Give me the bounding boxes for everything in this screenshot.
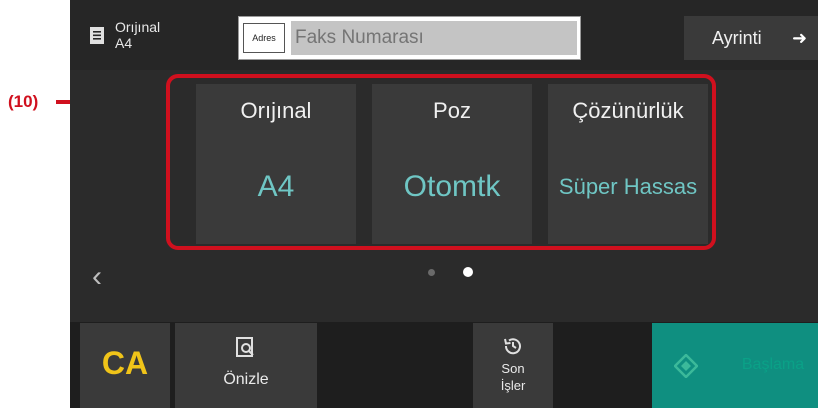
card-title: Poz: [433, 98, 471, 123]
preview-button[interactable]: Önizle: [175, 323, 317, 408]
ca-label: CA: [101, 345, 149, 381]
card-value: A4: [257, 170, 295, 203]
callout-label: (10): [8, 92, 39, 111]
card-title: Orıjınal: [240, 98, 312, 123]
original-label: Orıjınal: [115, 19, 161, 35]
preview-icon: [236, 337, 254, 357]
card-resolution[interactable]: Çözünürlük Süper Hassas: [548, 84, 708, 244]
original-setting-label[interactable]: Orıjınal A4: [115, 19, 160, 51]
detail-label: Ayrinti: [712, 27, 762, 48]
card-exposure[interactable]: Poz Otomtk: [372, 84, 532, 244]
preview-label: Önizle: [223, 371, 269, 388]
page-dot-1[interactable]: [428, 269, 435, 276]
document-icon: [90, 27, 104, 44]
card-value: Süper Hassas: [558, 174, 698, 199]
start-button[interactable]: Başlama: [652, 323, 818, 408]
top-bar: Orıjınal A4 Adres Ayrinti ➜: [70, 0, 818, 70]
card-original[interactable]: Orıjınal A4: [196, 84, 356, 244]
recent-label-line2: İşler: [500, 378, 526, 393]
card-value: Otomtk: [403, 170, 501, 203]
device-screen: Orıjınal A4 Adres Ayrinti ➜ Orıjınal A4 …: [70, 0, 818, 408]
history-icon: [504, 338, 521, 355]
address-button[interactable]: Adres: [243, 23, 285, 53]
card-title: Çözünürlük: [572, 98, 684, 123]
fax-number-input[interactable]: [291, 21, 577, 55]
ca-button[interactable]: CA: [80, 323, 170, 408]
recent-label-line1: Son: [501, 361, 525, 376]
chevron-left-icon[interactable]: ‹: [92, 262, 102, 292]
start-label: Başlama: [741, 356, 805, 373]
original-size: A4: [115, 35, 133, 51]
recent-jobs-button[interactable]: Son İşler: [473, 323, 553, 408]
arrow-right-icon: ➜: [792, 28, 808, 48]
page-dot-2[interactable]: [463, 267, 473, 277]
address-bar: Adres: [238, 16, 581, 60]
detail-button[interactable]: Ayrinti ➜: [684, 16, 818, 60]
